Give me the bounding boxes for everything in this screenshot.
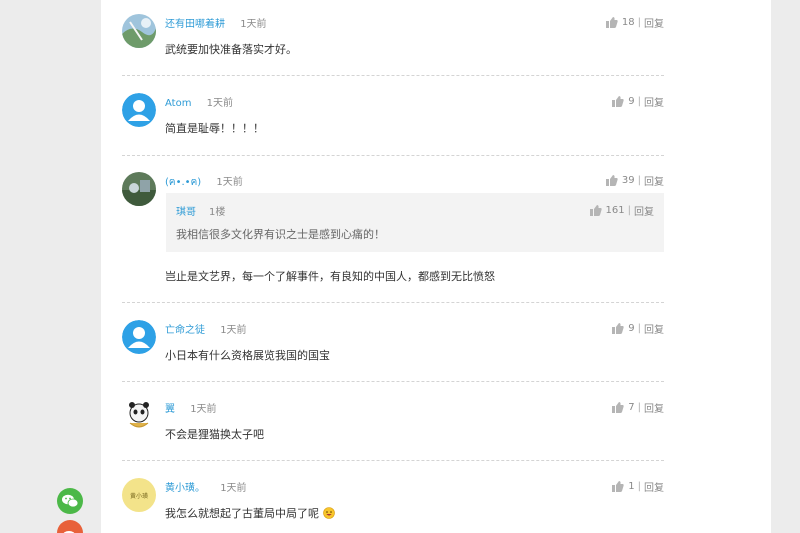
like-count: 39	[621, 175, 635, 186]
comment-text: 岂止是文艺界，每一个了解事件，有良知的中国人，都感到无比愤怒	[165, 270, 495, 283]
comment-list: 还有田哪着耕 1天前 18 | 回复 武统要加快准备落实才好。 Atom 1天前…	[101, 0, 771, 533]
comment-divider	[122, 75, 664, 76]
comment-username[interactable]: (ฅ•.•ฅ)	[165, 177, 201, 188]
quoted-floor: 1楼	[209, 207, 226, 218]
comment-username[interactable]: 翼	[165, 404, 175, 415]
like-count: 161	[605, 205, 625, 216]
weibo-share-button[interactable]	[57, 520, 83, 533]
comment-text: 我怎么就想起了古董局中局了呢	[165, 507, 319, 520]
avatar-initials: 黄小璜	[129, 492, 148, 500]
reply-link[interactable]: 回复	[644, 173, 664, 188]
wechat-share-button[interactable]	[57, 488, 83, 514]
user-avatar[interactable]: 黄小璜	[122, 478, 156, 512]
like-count: 1	[628, 481, 635, 492]
comment-divider	[122, 302, 664, 303]
like-count: 18	[621, 17, 635, 28]
reply-link[interactable]: 回复	[634, 203, 654, 218]
comment-time: 1天前	[240, 19, 267, 30]
comment-time: 1天前	[206, 98, 234, 109]
reply-link[interactable]: 回复	[644, 94, 664, 109]
comment-text-row: 我怎么就想起了古董局中局了呢	[165, 505, 335, 521]
comment-text: 武统要加快准备落实才好。	[165, 43, 297, 56]
user-avatar[interactable]	[122, 93, 156, 127]
comment-time: 1天前	[220, 483, 247, 494]
quoted-username[interactable]: 琪哥	[176, 203, 196, 218]
reply-link[interactable]: 回复	[644, 479, 664, 494]
thumbs-up-icon[interactable]	[612, 481, 624, 492]
quoted-text: 我相信很多文化界有识之士是感到心痛的！	[176, 228, 385, 241]
comment-divider	[122, 460, 664, 461]
comment-divider	[122, 381, 664, 382]
comment-username[interactable]: 亡命之徒	[165, 325, 205, 336]
comment-username[interactable]: 黄小璜。	[165, 483, 205, 494]
comment-time: 1天前	[190, 404, 217, 415]
user-avatar[interactable]	[122, 399, 156, 433]
comment-text: 简直是耻辱！！！！	[165, 122, 264, 135]
thumbs-up-icon[interactable]	[605, 175, 618, 186]
user-avatar[interactable]	[122, 14, 156, 48]
reply-link[interactable]: 回复	[644, 400, 664, 415]
comment-time: 1天前	[216, 177, 243, 188]
like-count: 9	[628, 96, 635, 107]
thumbs-up-icon[interactable]	[605, 17, 618, 28]
comment-time: 1天前	[220, 325, 247, 336]
like-count: 9	[628, 323, 635, 334]
user-avatar[interactable]	[122, 320, 156, 354]
comment-username[interactable]: 还有田哪着耕	[165, 19, 225, 30]
thumbs-up-icon[interactable]	[612, 96, 624, 107]
thumbs-up-icon[interactable]	[589, 205, 602, 216]
comment-text: 不会是狸猫换太子吧	[165, 428, 264, 441]
comment-username[interactable]: Atom	[165, 98, 191, 109]
comment-divider	[122, 155, 664, 156]
wechat-icon	[57, 488, 83, 514]
like-count: 7	[628, 402, 635, 413]
reply-link[interactable]: 回复	[644, 15, 664, 30]
thumbs-up-icon[interactable]	[612, 323, 624, 334]
comment-text: 小日本有什么资格展览我国的国宝	[165, 349, 330, 362]
grinning-emoji-icon	[322, 507, 335, 519]
user-avatar[interactable]	[122, 172, 156, 206]
quoted-comment: 琪哥 1楼 161 | 回复 我相信很多文化界有识之士是感到心痛的！	[166, 193, 664, 252]
weibo-icon	[57, 520, 83, 533]
thumbs-up-icon[interactable]	[612, 402, 624, 413]
reply-link[interactable]: 回复	[644, 321, 664, 336]
